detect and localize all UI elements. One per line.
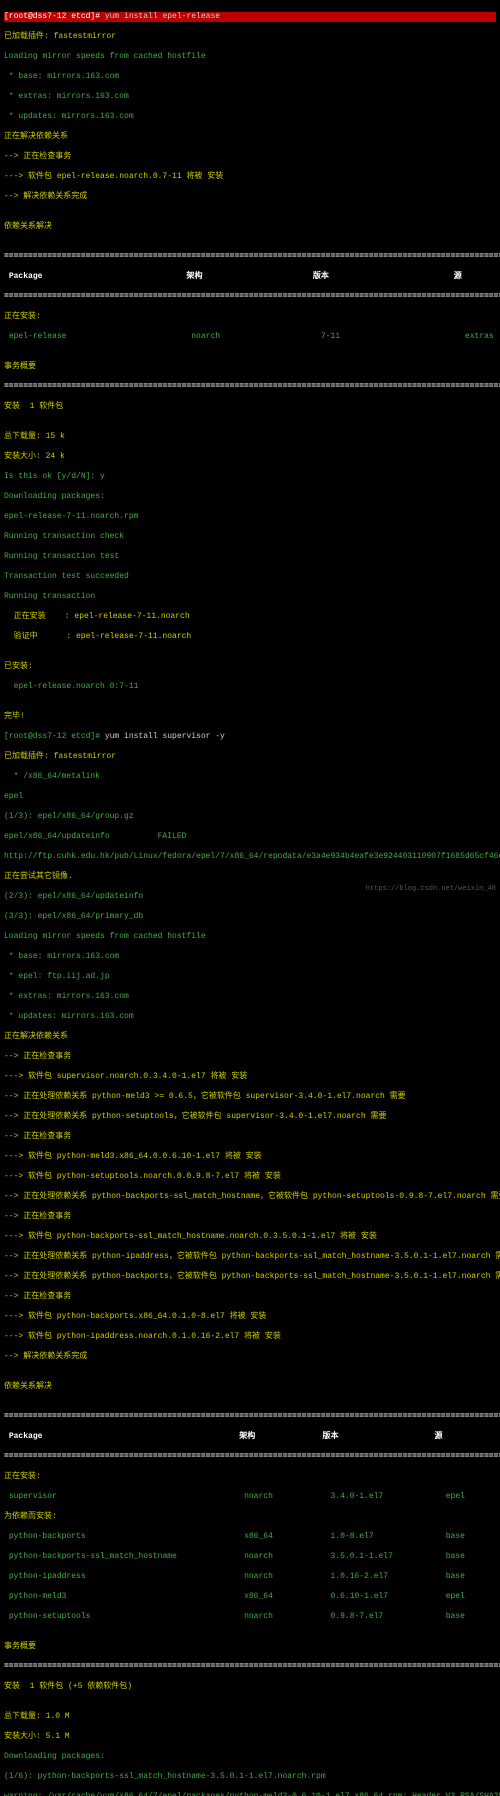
table-row: epel-release noarch 7-11 extras 15 k xyxy=(4,332,496,342)
prompt: [root@dss7-12 etcd]# yum install epel-re… xyxy=(4,12,496,22)
line: 正在安装: xyxy=(4,312,496,322)
line: Downloading packages: xyxy=(4,1752,496,1762)
table-hr: ========================================… xyxy=(4,1662,496,1672)
table-row: python-setuptools noarch 0.9.8-7.el7 bas… xyxy=(4,1612,496,1622)
table-hr: ========================================… xyxy=(4,292,496,302)
line: --> 正在检查事务 xyxy=(4,1212,496,1222)
line: Loading mirror speeds from cached hostfi… xyxy=(4,932,496,942)
line: epel | 4.7 kB 00:00:00 xyxy=(4,792,496,802)
line: 为依赖而安装: xyxy=(4,1512,496,1522)
line: * /x86_64/metalink | 6.3 kB 00:00:00 xyxy=(4,772,496,782)
line: 安装 1 软件包 (+5 依赖软件包) xyxy=(4,1682,496,1692)
line: Loading mirror speeds from cached hostfi… xyxy=(4,52,496,62)
line: 总下载量: 1.0 M xyxy=(4,1712,496,1722)
line: Running transaction check xyxy=(4,532,496,542)
line: 完毕! xyxy=(4,712,496,722)
line: 正在解决依赖关系 xyxy=(4,1032,496,1042)
table-row: python-ipaddress noarch 1.0.16-2.el7 bas… xyxy=(4,1572,496,1582)
line: --> 正在处理依赖关系 python-setuptools，它被软件包 sup… xyxy=(4,1112,496,1122)
table-hr: ========================================… xyxy=(4,1412,496,1422)
line: * extras: mirrors.163.com xyxy=(4,992,496,1002)
table-row: python-backports-ssl_match_hostname noar… xyxy=(4,1552,496,1562)
line: 已加载插件: fastestmirror xyxy=(4,32,496,42)
line: 正在安装 : epel-release-7-11.noarch 1/1 xyxy=(4,612,496,622)
line: * updates: mirrors.163.com xyxy=(4,112,496,122)
watermark: https://blog.csdn.net/weixin_40 xyxy=(366,884,496,894)
line: --> 正在检查事务 xyxy=(4,1132,496,1142)
line: 已安装: xyxy=(4,662,496,672)
line: ---> 软件包 epel-release.noarch.0.7-11 将被 安… xyxy=(4,172,496,182)
table-row: python-meld3 x86_64 0.6.10-1.el7 epel 73… xyxy=(4,1592,496,1602)
line: (1/6): python-backports-ssl_match_hostna… xyxy=(4,1772,496,1782)
table-header: Package 架构 版本 源 大小 xyxy=(4,272,496,282)
line: Transaction test succeeded xyxy=(4,572,496,582)
line: ---> 软件包 supervisor.noarch.0.3.4.0-1.el7… xyxy=(4,1072,496,1082)
line: 验证中 : epel-release-7-11.noarch 1/1 xyxy=(4,632,496,642)
line: 安装 1 软件包 xyxy=(4,402,496,412)
line: --> 正在处理依赖关系 python-meld3 >= 0.6.5，它被软件包… xyxy=(4,1092,496,1102)
line: 正在安装: xyxy=(4,1472,496,1482)
line: --> 正在处理依赖关系 python-backports-ssl_match_… xyxy=(4,1192,496,1202)
table-hr: ========================================… xyxy=(4,1452,496,1462)
line: 总下载量: 15 k xyxy=(4,432,496,442)
line: --> 正在处理依赖关系 python-ipaddress，它被软件包 pyth… xyxy=(4,1252,496,1262)
line: Downloading packages: xyxy=(4,492,496,502)
line: (1/3): epel/x86_64/group.gz | 88 kB 00:0… xyxy=(4,812,496,822)
line: epel/x86_64/updateinfo FAILED xyxy=(4,832,496,842)
line: * base: mirrors.163.com xyxy=(4,72,496,82)
line: --> 解决依赖关系完成 xyxy=(4,192,496,202)
line: * epel: ftp.iij.ad.jp xyxy=(4,972,496,982)
line: (3/3): epel/x86_64/primary_db | 6.9 MB 0… xyxy=(4,912,496,922)
line: 正在解决依赖关系 xyxy=(4,132,496,142)
line: --> 解决依赖关系完成 xyxy=(4,1352,496,1362)
error-line: http://ftp.cuhk.edu.hk/pub/Linux/fedora/… xyxy=(4,852,496,862)
line: ---> 软件包 python-ipaddress.noarch.0.1.0.1… xyxy=(4,1332,496,1342)
line: --> 正在检查事务 xyxy=(4,152,496,162)
line: 正在尝试其它镜像. xyxy=(4,872,496,882)
prompt-input: Is this ok [y/d/N]: y xyxy=(4,472,496,482)
line: 安装大小: 24 k xyxy=(4,452,496,462)
line: Running transaction xyxy=(4,592,496,602)
dep-header: 依赖关系解决 xyxy=(4,222,496,232)
prompt: [root@dss7-12 etcd]# yum install supervi… xyxy=(4,732,496,742)
table-hr: ========================================… xyxy=(4,252,496,262)
line: warning: /var/cache/yum/x86_64/7/epel/pa… xyxy=(4,1792,496,1796)
dep-header: 依赖关系解决 xyxy=(4,1382,496,1392)
line: 已加载插件: fastestmirror xyxy=(4,752,496,762)
table-hr: ========================================… xyxy=(4,382,496,392)
line: Running transaction test xyxy=(4,552,496,562)
line: * base: mirrors.163.com xyxy=(4,952,496,962)
line: ---> 软件包 python-setuptools.noarch.0.0.9.… xyxy=(4,1172,496,1182)
line: * extras: mirrors.163.com xyxy=(4,92,496,102)
table-row: supervisor noarch 3.4.0-1.el7 epel 498 k xyxy=(4,1492,496,1502)
line: --> 正在检查事务 xyxy=(4,1292,496,1302)
line: epel-release.noarch 0:7-11 xyxy=(4,682,496,692)
line: ---> 软件包 python-meld3.x86_64.0.0.6.10-1.… xyxy=(4,1152,496,1162)
line: * updates: mirrors.163.com xyxy=(4,1012,496,1022)
line: ---> 软件包 python-backports-ssl_match_host… xyxy=(4,1232,496,1242)
line: --> 正在处理依赖关系 python-backports，它被软件包 pyth… xyxy=(4,1272,496,1282)
terminal-output[interactable]: [root@dss7-12 etcd]# yum install epel-re… xyxy=(0,0,500,1796)
table-header: Package 架构 版本 源 大小 xyxy=(4,1432,496,1442)
line: --> 正在检查事务 xyxy=(4,1052,496,1062)
table-row: python-backports x86_64 1.0-8.el7 base 5… xyxy=(4,1532,496,1542)
line: 事务概要 xyxy=(4,1642,496,1652)
line: 事务概要 xyxy=(4,362,496,372)
line: epel-release-7-11.noarch.rpm | 15 kB 00:… xyxy=(4,512,496,522)
line: 安装大小: 5.1 M xyxy=(4,1732,496,1742)
line: ---> 软件包 python-backports.x86_64.0.1.0-8… xyxy=(4,1312,496,1322)
